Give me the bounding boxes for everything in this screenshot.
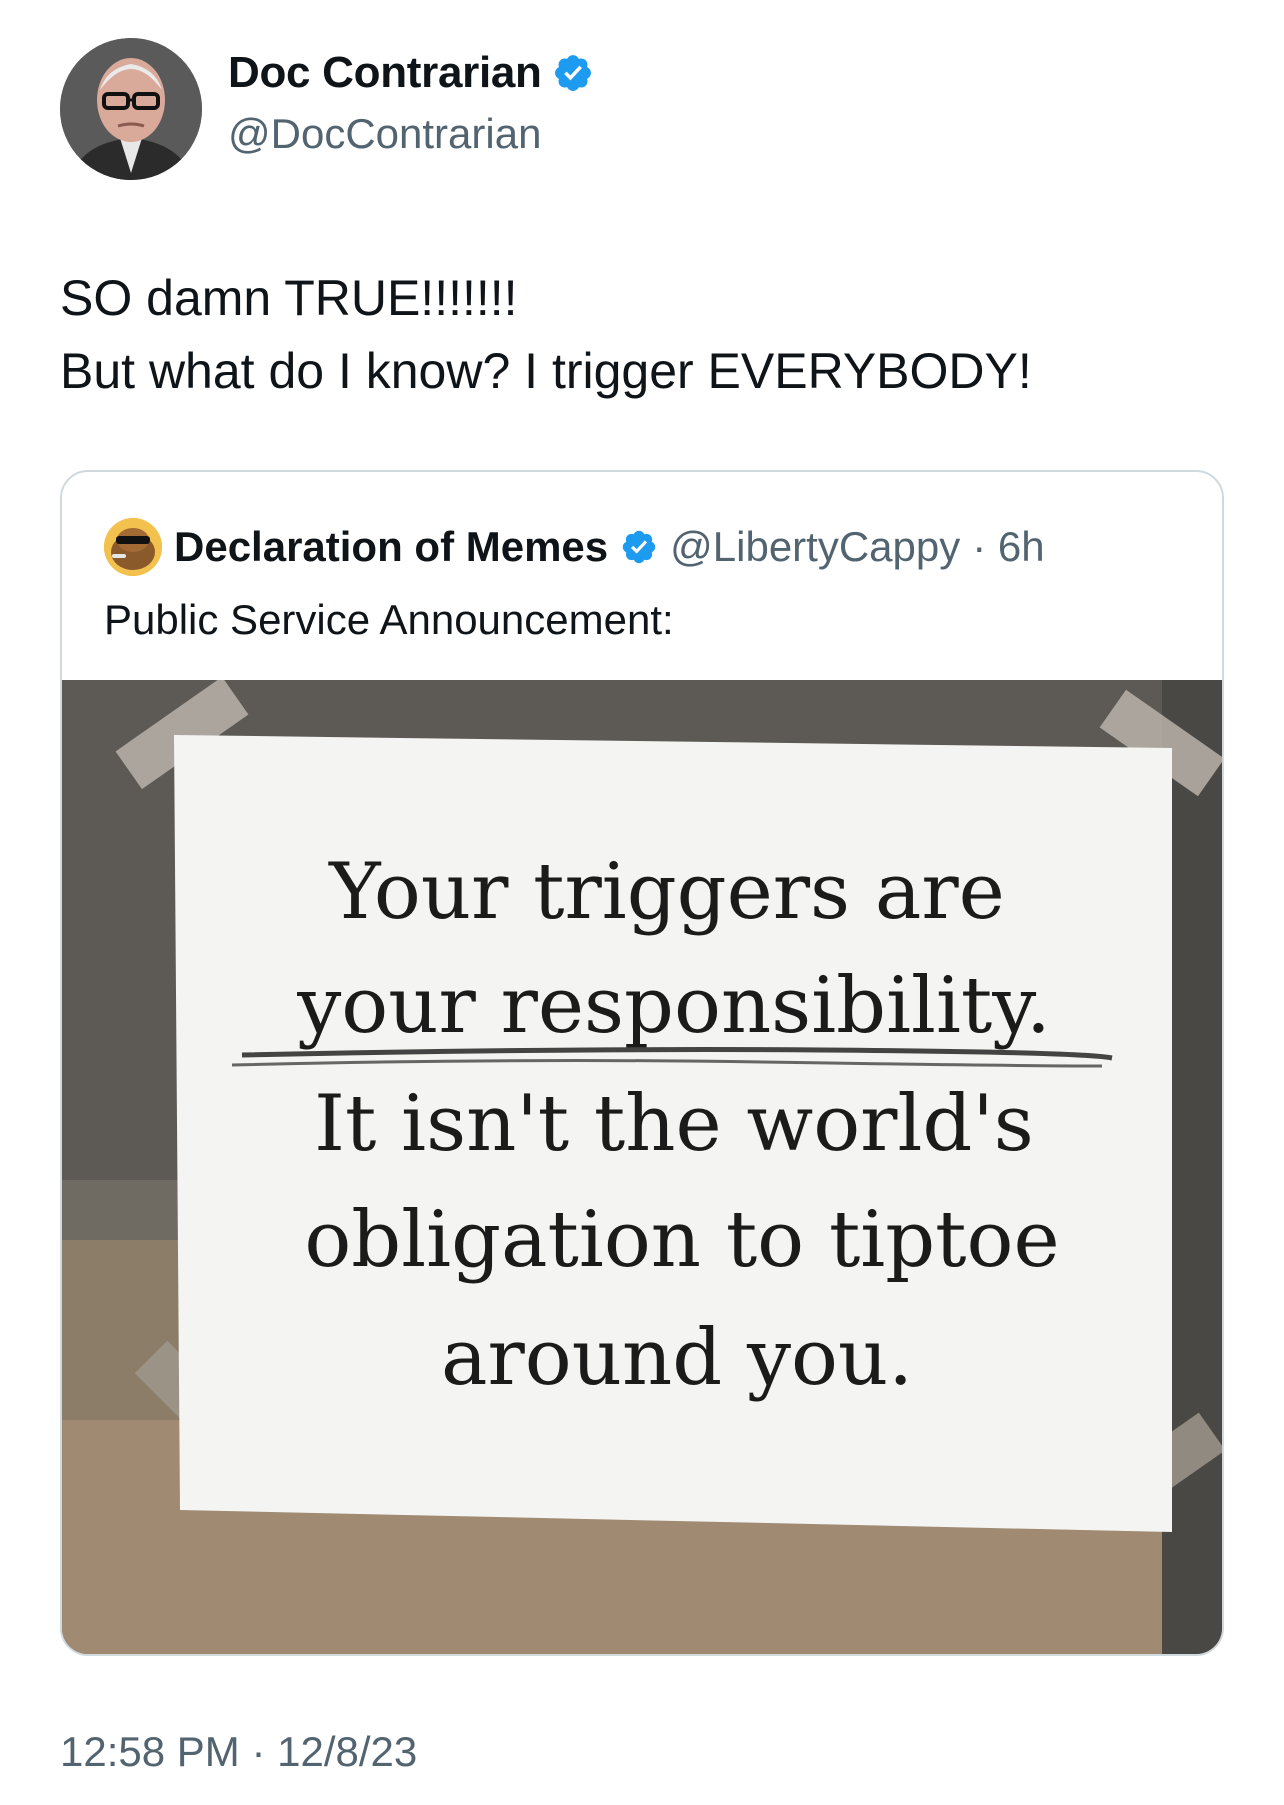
tweet-text: SO damn TRUE!!!!!!! But what do I know? …	[60, 262, 1220, 408]
author-name[interactable]: Doc Contrarian	[228, 48, 542, 98]
capybara-avatar-image	[104, 518, 162, 576]
tweet-text-line-2: But what do I know? I trigger EVERYBODY!	[60, 343, 1032, 399]
author-avatar[interactable]	[60, 38, 202, 180]
quoted-tweet-photo[interactable]: Your triggers are your responsibility. I…	[62, 680, 1222, 1654]
author-name-row: Doc Contrarian	[228, 48, 594, 98]
sign-line-3: It isn't the world's	[314, 1079, 1034, 1169]
tweet-text-line-1: SO damn TRUE!!!!!!!	[60, 270, 518, 326]
quoted-tweet-text: Public Service Announcement:	[104, 596, 674, 643]
author-handle[interactable]: @DocContrarian	[228, 110, 594, 158]
quoted-tweet-header: Declaration of Memes @LibertyCappy · 6h	[104, 518, 1045, 576]
verified-badge-icon[interactable]	[552, 52, 594, 94]
quoted-author-name[interactable]: Declaration of Memes	[174, 523, 608, 571]
quoted-author-handle[interactable]: @LibertyCappy	[670, 523, 960, 571]
quoted-author-avatar[interactable]	[104, 518, 162, 576]
tweet-timestamp[interactable]: 12:58 PM · 12/8/23	[60, 1728, 417, 1776]
quoted-tweet-time[interactable]: · 6h	[972, 523, 1044, 571]
author-info: Doc Contrarian @DocContrarian	[228, 48, 594, 158]
sign-line-2: your responsibility.	[296, 961, 1051, 1051]
quoted-tweet-card[interactable]: Declaration of Memes @LibertyCappy · 6h …	[60, 470, 1224, 1656]
sign-line-4: obligation to tiptoe	[304, 1195, 1059, 1285]
avatar-portrait	[60, 38, 202, 180]
sign-line-1: Your triggers are	[328, 847, 1005, 937]
sign-line-5: around you.	[441, 1313, 913, 1403]
sign-photo: Your triggers are your responsibility. I…	[62, 680, 1222, 1654]
quoted-verified-badge-icon[interactable]	[620, 528, 658, 566]
